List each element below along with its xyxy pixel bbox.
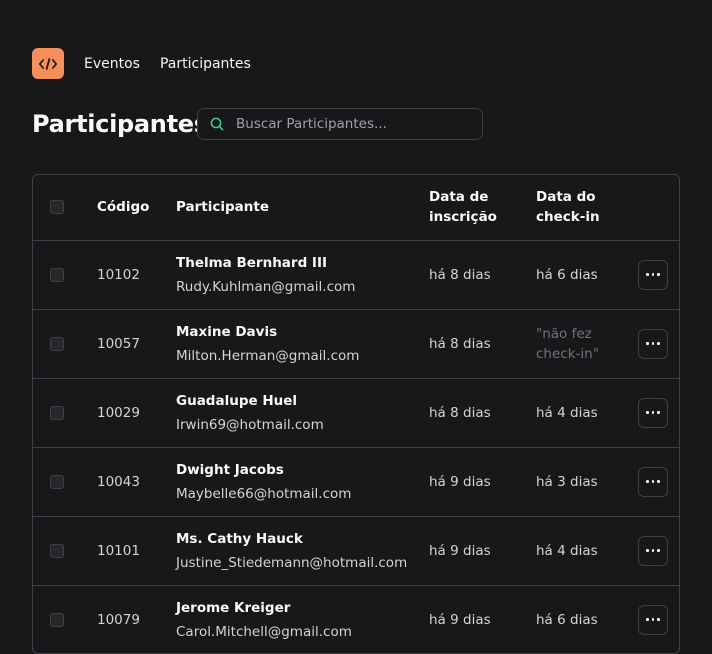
- checkin-date: há 4 dias: [536, 542, 598, 559]
- page-title: Participantes: [32, 110, 208, 138]
- checkin-date: há 6 dias: [536, 266, 598, 283]
- participants-table: Código Participante Data de inscrição Da…: [32, 174, 680, 654]
- row-actions-cell: [631, 240, 679, 309]
- participant-email: Maybelle66@hotmail.com: [176, 485, 352, 502]
- more-horizontal-icon[interactable]: [638, 259, 668, 290]
- participant-email: Rudy.Kuhlman@gmail.com: [176, 278, 356, 295]
- row-checkbox[interactable]: [50, 405, 64, 420]
- table-row[interactable]: 10102 Thelma Bernhard III Rudy.Kuhlman@gma…: [33, 240, 679, 309]
- participant-code: 10043: [97, 473, 140, 490]
- nav-link-participantes[interactable]: Participantes: [160, 56, 251, 72]
- participant-cell: Guadalupe Huel Irwin69@hotmail.com: [176, 378, 429, 447]
- registration-date: há 8 dias: [429, 404, 491, 421]
- column-header-actions: [631, 175, 679, 240]
- registration-date: há 8 dias: [429, 266, 491, 283]
- nav-link-eventos[interactable]: Eventos: [84, 56, 140, 72]
- search-box[interactable]: [197, 108, 483, 140]
- column-header-code[interactable]: Código: [97, 175, 176, 240]
- participant-code: 10057: [97, 335, 140, 352]
- column-header-checkin[interactable]: Data do check-in: [536, 175, 631, 240]
- table-header-row: Código Participante Data de inscrição Da…: [33, 175, 679, 240]
- participant-name: Jerome Kreiger: [176, 599, 291, 616]
- row-actions-cell: [631, 309, 679, 378]
- participant-name: Dwight Jacobs: [176, 461, 284, 478]
- participant-cell: Thelma Bernhard III Rudy.Kuhlman@gmail.co…: [176, 240, 429, 309]
- row-actions-cell: [631, 378, 679, 447]
- row-checkbox[interactable]: [50, 267, 64, 282]
- participant-code: 10101: [97, 542, 140, 559]
- participant-email: Irwin69@hotmail.com: [176, 416, 324, 433]
- registration-date: há 9 dias: [429, 473, 491, 490]
- more-horizontal-icon[interactable]: [638, 535, 668, 566]
- participant-name: Guadalupe Huel: [176, 392, 298, 409]
- registration-date: há 8 dias: [429, 335, 491, 352]
- row-checkbox[interactable]: [50, 474, 64, 489]
- participant-name: Maxine Davis: [176, 323, 278, 340]
- participant-cell: Ms. Cathy Hauck Justine_Stiedemann@hotmai…: [176, 516, 429, 585]
- more-horizontal-icon[interactable]: [638, 328, 668, 359]
- checkin-date: há 3 dias: [536, 473, 598, 490]
- table-row[interactable]: 10101 Ms. Cathy Hauck Justine_Stiedemann@h…: [33, 516, 679, 585]
- page: Eventos Participantes Participantes Códi…: [0, 0, 712, 654]
- checkin-date: "não fez check-in": [536, 325, 599, 362]
- participant-code: 10029: [97, 404, 140, 421]
- row-select-cell: [33, 309, 97, 378]
- registration-date: há 9 dias: [429, 542, 491, 559]
- row-checkbox[interactable]: [50, 543, 64, 558]
- search-icon: [210, 117, 224, 131]
- row-select-cell: [33, 516, 97, 585]
- row-select-cell: [33, 447, 97, 516]
- row-checkbox[interactable]: [50, 612, 64, 627]
- select-all-checkbox[interactable]: [50, 200, 64, 215]
- participant-email: Milton.Herman@gmail.com: [176, 347, 360, 364]
- table-row[interactable]: 10043 Dwight Jacobs Maybelle66@hotmail.com…: [33, 447, 679, 516]
- participant-name: Thelma Bernhard III: [176, 254, 328, 271]
- code-icon[interactable]: [32, 48, 64, 79]
- top-nav: Eventos Participantes: [32, 48, 251, 79]
- table-row[interactable]: 10057 Maxine Davis Milton.Herman@gmail.com…: [33, 309, 679, 378]
- more-horizontal-icon[interactable]: [638, 604, 668, 635]
- participant-cell: Maxine Davis Milton.Herman@gmail.com: [176, 309, 429, 378]
- row-actions-cell: [631, 447, 679, 516]
- participant-email: Carol.Mitchell@gmail.com: [176, 623, 352, 640]
- row-actions-cell: [631, 516, 679, 585]
- participant-code: 10102: [97, 266, 140, 283]
- table-row[interactable]: 10029 Guadalupe Huel Irwin69@hotmail.com há…: [33, 378, 679, 447]
- more-horizontal-icon[interactable]: [638, 397, 668, 428]
- row-select-cell: [33, 378, 97, 447]
- row-checkbox[interactable]: [50, 336, 64, 351]
- checkin-date: há 4 dias: [536, 404, 598, 421]
- participant-name: Ms. Cathy Hauck: [176, 530, 303, 547]
- row-select-cell: [33, 240, 97, 309]
- header-select-cell: [33, 175, 97, 240]
- participant-email: Justine_Stiedemann@hotmail.com: [176, 554, 408, 571]
- column-header-registered[interactable]: Data de inscrição: [429, 175, 536, 240]
- participant-cell: Dwight Jacobs Maybelle66@hotmail.com: [176, 447, 429, 516]
- column-header-participant[interactable]: Participante: [176, 175, 429, 240]
- search-input[interactable]: [236, 116, 456, 132]
- more-horizontal-icon[interactable]: [638, 466, 668, 497]
